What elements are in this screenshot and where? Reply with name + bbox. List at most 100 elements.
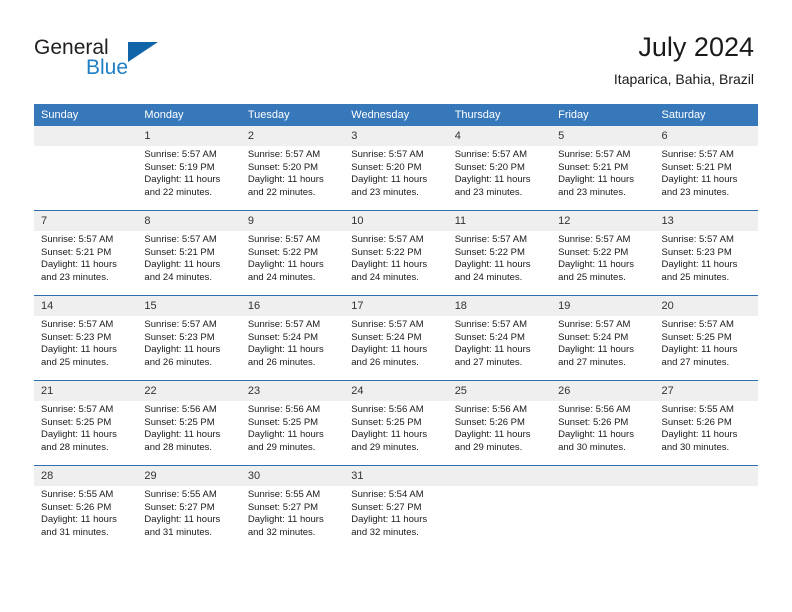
calendar-day-cell[interactable]: 7 Sunrise: 5:57 AM Sunset: 5:21 PM Daylight… (34, 210, 138, 296)
column-header-saturday: Saturday (654, 104, 758, 126)
sun-info-line: Sunrise: 5:57 AM (454, 319, 528, 330)
calendar-page: General Blue July 2024 Itaparica, Bahia,… (0, 0, 792, 612)
calendar-day-cell[interactable]: 25 Sunrise: 5:56 AM Sunset: 5:26 PM Dayligh… (447, 380, 552, 466)
sun-info-line: Sunrise: 5:57 AM (454, 149, 528, 160)
sun-info-line: Sunrise: 5:56 AM (558, 404, 631, 415)
calendar-day-cell[interactable]: 18 Sunrise: 5:57 AM Sunset: 5:24 PM Dayligh… (447, 295, 552, 381)
calendar-day-cell[interactable]: 4 Sunrise: 5:57 AM Sunset: 5:20 PM Daylight… (447, 126, 552, 211)
sun-info-line: Daylight: 11 hours (41, 429, 117, 441)
sun-info-line: Sunset: 5:21 PM (144, 246, 215, 258)
sun-info-line: and 24 minutes. (351, 271, 419, 283)
sun-info: Sunrise: 5:57 AM Sunset: 5:24 PM Daylight:… (448, 316, 551, 369)
sun-info-line: Sunrise: 5:57 AM (247, 319, 321, 330)
calendar-day-cell[interactable]: 27 Sunrise: 5:55 AM Sunset: 5:26 PM Dayligh… (654, 380, 758, 466)
sun-info-line: and 27 minutes. (558, 356, 626, 368)
sun-info-line: and 24 minutes. (454, 271, 523, 283)
calendar-day-cell[interactable]: 31 Sunrise: 5:54 AM Sunset: 5:27 PM Dayligh… (344, 465, 448, 550)
calendar-day-cell[interactable]: 12 Sunrise: 5:57 AM Sunset: 5:22 PM Dayligh… (551, 210, 655, 296)
sun-info-line: and 25 minutes. (41, 356, 109, 368)
day-number: 27 (654, 381, 758, 401)
sun-info-line: Sunrise: 5:57 AM (41, 319, 114, 330)
calendar-day-cell[interactable]: 20 Sunrise: 5:57 AM Sunset: 5:25 PM Dayligh… (654, 295, 758, 381)
day-number: 6 (654, 126, 758, 146)
day-number: 26 (551, 381, 655, 401)
sun-info: Sunrise: 5:55 AM Sunset: 5:27 PM Daylight:… (241, 486, 344, 539)
day-number: 28 (34, 466, 138, 486)
calendar-body: 1 Sunrise: 5:57 AM Sunset: 5:19 PM Daylight… (34, 126, 758, 550)
sun-info-line: and 27 minutes. (454, 356, 523, 368)
calendar-day-cell[interactable]: 17 Sunrise: 5:57 AM Sunset: 5:24 PM Dayligh… (344, 295, 448, 381)
calendar-day-cell[interactable]: 5 Sunrise: 5:57 AM Sunset: 5:21 PM Daylight… (551, 126, 655, 211)
calendar-day-cell[interactable]: 16 Sunrise: 5:57 AM Sunset: 5:24 PM Dayligh… (240, 295, 345, 381)
day-number: 8 (137, 211, 241, 231)
day-number: 29 (137, 466, 241, 486)
sun-info-line: Daylight: 11 hours (41, 344, 117, 356)
sun-info-line: Daylight: 11 hours (144, 429, 221, 441)
sun-info-line: Sunset: 5:25 PM (351, 416, 422, 428)
sun-info-line: and 23 minutes. (661, 186, 730, 198)
calendar-day-cell[interactable]: 14 Sunrise: 5:57 AM Sunset: 5:23 PM Dayligh… (34, 295, 138, 381)
sun-info-line: Sunrise: 5:57 AM (661, 234, 734, 245)
calendar-day-cell[interactable]: 28 Sunrise: 5:55 AM Sunset: 5:26 PM Dayligh… (34, 465, 138, 550)
day-number: 7 (34, 211, 138, 231)
calendar-day-cell[interactable]: 26 Sunrise: 5:56 AM Sunset: 5:26 PM Dayligh… (551, 380, 655, 466)
sun-info-line: and 29 minutes. (351, 441, 419, 453)
calendar-day-cell[interactable]: 2 Sunrise: 5:57 AM Sunset: 5:20 PM Daylight… (240, 126, 345, 211)
calendar-day-cell[interactable]: 24 Sunrise: 5:56 AM Sunset: 5:25 PM Dayligh… (344, 380, 448, 466)
calendar-empty-cell (34, 126, 138, 211)
calendar-day-cell[interactable]: 15 Sunrise: 5:57 AM Sunset: 5:23 PM Dayligh… (137, 295, 241, 381)
day-number: 20 (654, 296, 758, 316)
calendar-day-cell[interactable]: 1 Sunrise: 5:57 AM Sunset: 5:19 PM Daylight… (137, 126, 241, 211)
calendar-day-cell[interactable]: 11 Sunrise: 5:57 AM Sunset: 5:22 PM Dayligh… (447, 210, 552, 296)
sun-info-line: and 23 minutes. (41, 271, 109, 283)
calendar-day-cell[interactable]: 13 Sunrise: 5:57 AM Sunset: 5:23 PM Dayligh… (654, 210, 758, 296)
column-header-thursday: Thursday (447, 104, 552, 126)
day-number: 24 (344, 381, 448, 401)
sun-info: Sunrise: 5:57 AM Sunset: 5:21 PM Daylight:… (551, 146, 654, 199)
day-number: 9 (240, 211, 345, 231)
sun-info-line: Daylight: 11 hours (454, 174, 531, 186)
sun-info-line: and 24 minutes. (144, 271, 213, 283)
sun-info-line: Daylight: 11 hours (661, 344, 738, 356)
sun-info-line: Sunset: 5:26 PM (558, 416, 629, 428)
sun-info-line: Daylight: 11 hours (454, 344, 531, 356)
calendar-day-cell[interactable]: 9 Sunrise: 5:57 AM Sunset: 5:22 PM Daylight… (240, 210, 345, 296)
sun-info-line: Sunset: 5:26 PM (41, 501, 112, 513)
calendar-day-cell[interactable]: 21 Sunrise: 5:57 AM Sunset: 5:25 PM Dayligh… (34, 380, 138, 466)
sun-info-line: Daylight: 11 hours (247, 174, 324, 186)
calendar-day-cell[interactable]: 30 Sunrise: 5:55 AM Sunset: 5:27 PM Dayligh… (240, 465, 345, 550)
calendar-day-cell[interactable]: 6 Sunrise: 5:57 AM Sunset: 5:21 PM Daylight… (654, 126, 758, 211)
sun-info-line: and 23 minutes. (351, 186, 419, 198)
sun-info-line: Daylight: 11 hours (247, 514, 324, 526)
sun-info: Sunrise: 5:57 AM Sunset: 5:22 PM Daylight:… (344, 231, 447, 284)
calendar-day-cell[interactable]: 23 Sunrise: 5:56 AM Sunset: 5:25 PM Dayligh… (240, 380, 345, 466)
sun-info: Sunrise: 5:57 AM Sunset: 5:20 PM Daylight:… (241, 146, 344, 199)
sun-info: Sunrise: 5:57 AM Sunset: 5:19 PM Daylight:… (137, 146, 240, 199)
sun-info-line: Daylight: 11 hours (351, 174, 428, 186)
sun-info-line: Sunset: 5:22 PM (247, 246, 319, 258)
calendar-day-cell[interactable]: 22 Sunrise: 5:56 AM Sunset: 5:25 PM Dayligh… (137, 380, 241, 466)
day-number: 2 (240, 126, 345, 146)
sun-info-line: Sunrise: 5:57 AM (144, 319, 217, 330)
sun-info-line: Sunrise: 5:57 AM (558, 319, 631, 330)
sun-info-line: Sunrise: 5:57 AM (558, 149, 631, 160)
day-number: 31 (344, 466, 448, 486)
sun-info: Sunrise: 5:57 AM Sunset: 5:23 PM Daylight:… (655, 231, 758, 284)
day-number: 1 (137, 126, 241, 146)
sun-info-line: Sunset: 5:27 PM (144, 501, 215, 513)
sun-info-line: Sunrise: 5:55 AM (41, 489, 114, 500)
calendar-day-cell[interactable]: 19 Sunrise: 5:57 AM Sunset: 5:24 PM Dayligh… (551, 295, 655, 381)
sun-info: Sunrise: 5:57 AM Sunset: 5:20 PM Daylight:… (344, 146, 447, 199)
calendar-day-cell[interactable]: 29 Sunrise: 5:55 AM Sunset: 5:27 PM Dayligh… (137, 465, 241, 550)
sun-info-line: Daylight: 11 hours (351, 259, 428, 271)
calendar-day-cell[interactable]: 10 Sunrise: 5:57 AM Sunset: 5:22 PM Dayligh… (344, 210, 448, 296)
calendar-day-cell[interactable]: 3 Sunrise: 5:57 AM Sunset: 5:20 PM Daylight… (344, 126, 448, 211)
sun-info-line: Sunset: 5:25 PM (247, 416, 319, 428)
sun-info: Sunrise: 5:57 AM Sunset: 5:22 PM Daylight:… (241, 231, 344, 284)
sun-info-line: and 30 minutes. (661, 441, 730, 453)
sun-info-line: Daylight: 11 hours (247, 429, 324, 441)
sun-info: Sunrise: 5:57 AM Sunset: 5:22 PM Daylight:… (551, 231, 654, 284)
calendar-day-cell[interactable]: 8 Sunrise: 5:57 AM Sunset: 5:21 PM Daylight… (137, 210, 241, 296)
day-number: 18 (447, 296, 552, 316)
general-blue-logo: General Blue (34, 36, 184, 86)
